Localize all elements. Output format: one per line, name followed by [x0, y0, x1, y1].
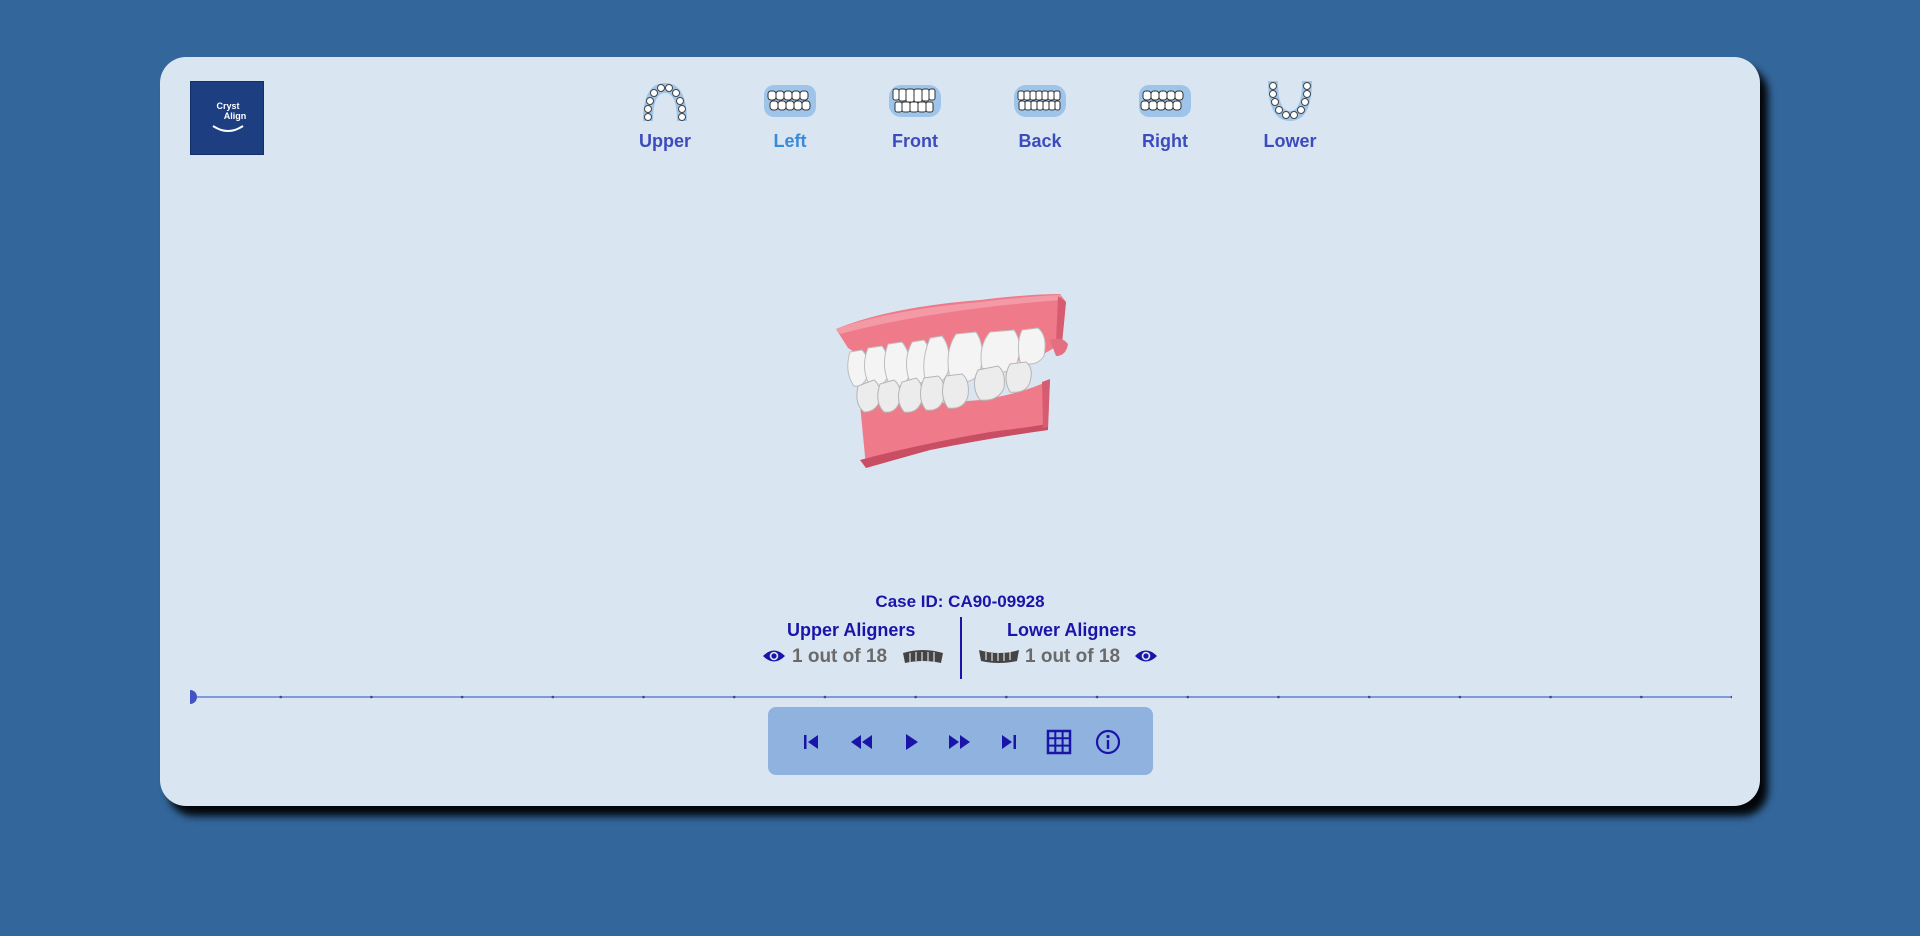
view-right-label: Right: [1142, 131, 1188, 151]
timeline-tick[interactable]: [279, 695, 283, 699]
aligner-divider: [960, 617, 962, 679]
timeline-tick[interactable]: [460, 695, 464, 699]
fast-forward-icon: [949, 735, 970, 749]
timeline-tick[interactable]: [1458, 695, 1462, 699]
timeline-tick[interactable]: [1277, 695, 1280, 699]
play-button[interactable]: [896, 727, 926, 757]
timeline-tick[interactable]: [370, 695, 373, 699]
view-lower-label: Lower: [1263, 131, 1317, 151]
timeline-tick[interactable]: [551, 695, 555, 699]
back-teeth-icon: [1014, 85, 1066, 117]
timeline-tick[interactable]: [1186, 695, 1190, 699]
lower-visibility-eye-icon[interactable]: [1134, 648, 1158, 664]
case-id: Case ID: CA90-09928: [875, 592, 1045, 611]
skip-to-start-button[interactable]: [796, 727, 826, 757]
lower-arch-icon: [1268, 81, 1312, 121]
grid-view-button[interactable]: [1044, 727, 1074, 757]
timeline-tick[interactable]: [1005, 695, 1008, 699]
rewind-button[interactable]: [846, 727, 876, 757]
timeline-tick[interactable]: [823, 695, 827, 699]
skip-to-start-icon: [804, 735, 818, 749]
playback-controls: [768, 707, 1153, 775]
view-upper[interactable]: Upper: [610, 79, 720, 152]
lower-aligners-title: Lower Aligners: [1007, 620, 1137, 640]
play-icon: [906, 734, 918, 750]
info-button[interactable]: [1093, 727, 1123, 757]
fast-forward-button[interactable]: [945, 727, 975, 757]
info-icon: [1095, 729, 1121, 755]
rewind-icon: [851, 735, 872, 749]
view-back[interactable]: Back: [985, 79, 1095, 152]
upper-teeth-icon: [903, 650, 943, 663]
timeline-tick[interactable]: [642, 695, 645, 699]
upper-arch-icon: [643, 83, 687, 121]
view-selector: Upper Left Front Back Right Lower: [610, 79, 1360, 179]
lower-aligners-count: 1 out of 18: [1025, 646, 1121, 667]
view-left-label: Left: [773, 131, 807, 151]
timeline-tick[interactable]: [732, 695, 736, 699]
view-lower[interactable]: Lower: [1235, 79, 1345, 152]
timeline-tick[interactable]: [1639, 695, 1643, 699]
skip-to-end-button[interactable]: [994, 727, 1024, 757]
cryst-align-logo[interactable]: Cryst Align: [190, 81, 264, 155]
timeline-tick[interactable]: [1095, 695, 1099, 699]
viewer-card: Cryst Align Upper Left Front Back Right …: [160, 57, 1760, 806]
upper-aligners-title: Upper Aligners: [787, 620, 916, 640]
right-teeth-icon: [1139, 85, 1191, 117]
view-front-label: Front: [892, 131, 938, 151]
view-left[interactable]: Left: [735, 79, 845, 152]
view-front[interactable]: Front: [860, 79, 970, 152]
lower-teeth-icon: [979, 650, 1019, 663]
timeline-handle[interactable]: [190, 690, 197, 704]
view-right[interactable]: Right: [1110, 79, 1220, 152]
front-teeth-icon: [889, 85, 941, 117]
timeline-tick[interactable]: [1367, 695, 1371, 699]
upper-visibility-eye-icon[interactable]: [762, 648, 786, 664]
view-upper-label: Upper: [638, 131, 691, 151]
upper-aligners-count: 1 out of 18: [792, 646, 888, 667]
smile-icon: [212, 125, 244, 132]
grid-icon: [1046, 729, 1072, 755]
left-teeth-icon: [764, 85, 816, 117]
view-back-label: Back: [1018, 131, 1062, 151]
timeline-tick[interactable]: [1549, 695, 1552, 699]
step-timeline[interactable]: [190, 687, 1732, 707]
teeth-3d-model[interactable]: [830, 282, 1090, 472]
skip-to-end-icon: [1002, 735, 1016, 749]
timeline-tick[interactable]: [914, 695, 917, 699]
